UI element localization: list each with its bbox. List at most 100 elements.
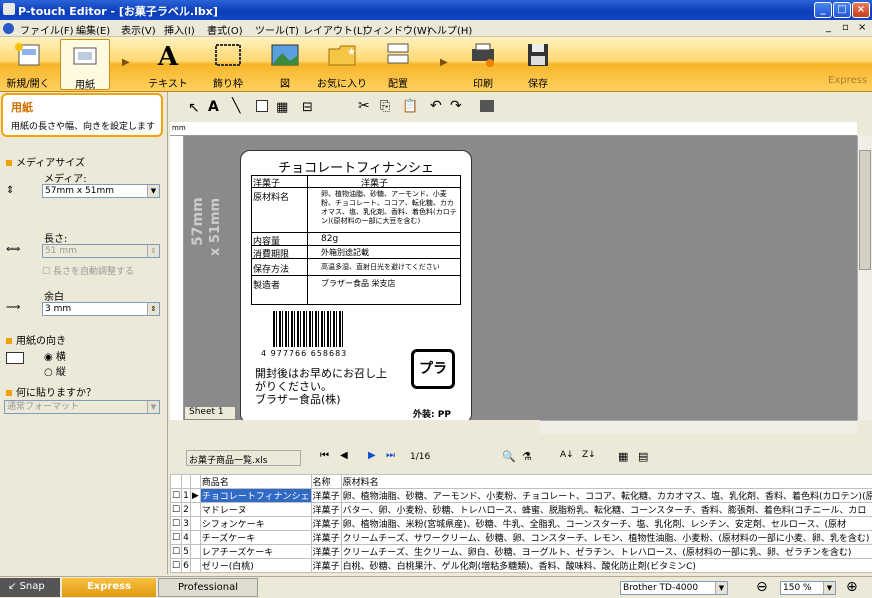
paper-button[interactable]: 用紙 — [60, 39, 110, 91]
line-tool-icon[interactable]: ╲ — [232, 98, 240, 114]
table-row[interactable]: ☐ 5 レアチーズケーキ 洋菓子 クリームチーズ、生クリーム、卵白、砂糖、ヨーグルト、ゼ… — [169, 544, 872, 559]
form-view-icon[interactable]: ▤ — [638, 450, 648, 463]
ruler-unit: mm — [172, 124, 186, 132]
redo-icon[interactable]: ↷ — [450, 98, 462, 114]
sheet-tab[interactable]: Sheet 1 — [184, 406, 236, 420]
table-tool-icon[interactable]: ▦ — [276, 100, 288, 115]
barcode-bar — [273, 311, 275, 347]
database-icon[interactable] — [480, 100, 494, 112]
label-object[interactable]: チョコレートフィナンシェ 洋菓子 洋菓子 原材料名 卵、植物油脂、砂糖、アーモンド、… — [240, 150, 472, 420]
new-document-icon — [15, 43, 40, 66]
image-button[interactable]: 図 — [257, 39, 313, 90]
use-dropdown-icon[interactable]: ▼ — [147, 401, 159, 413]
layout-canvas[interactable]: 57mm x 51mm チョコレートフィナンシェ 洋菓子 洋菓子 原材料名 卵、植物… — [184, 136, 857, 420]
frame-button[interactable]: 飾り枠 — [200, 39, 256, 90]
edit-toolbar: ↖ A ╲ ▦ ⊟ ✂ ⎘ 📋 ↶ ↷ — [168, 92, 872, 122]
search-icon[interactable]: 🔍 — [502, 450, 516, 463]
grid-view-icon[interactable]: ▦ — [618, 450, 628, 463]
landscape-radio[interactable]: ○ 縦 — [44, 363, 66, 378]
header-name[interactable]: 商品名 — [199, 474, 312, 489]
menu-insert[interactable]: 挿入(I) — [164, 22, 195, 37]
media-select[interactable]: 57mm x 51mm ▼ — [42, 184, 160, 198]
portrait-radio[interactable]: ◉ 横 — [44, 348, 66, 363]
panel-desc: 用紙の長さや幅、向きを設定します — [11, 122, 156, 132]
undo-icon[interactable]: ↶ — [430, 98, 442, 114]
header-type[interactable]: 名称 — [310, 474, 342, 489]
favorites-button[interactable]: ★ お気に入り — [313, 39, 371, 90]
table-row[interactable]: ☐ 4 チーズケーキ 洋菓子 クリームチーズ、サワークリーム、砂糖、卵、コンスターチ、レ… — [169, 530, 872, 545]
menu-edit[interactable]: 編集(E) — [76, 22, 110, 37]
vertical-scrollbar[interactable] — [857, 136, 872, 420]
professional-mode-tab[interactable]: Professional — [158, 578, 258, 597]
zoom-out-icon[interactable]: ⊖ — [756, 579, 768, 595]
mdi-close-icon[interactable]: × — [858, 22, 866, 33]
printer-dropdown-icon[interactable]: ▼ — [715, 582, 727, 594]
label-r6-key: 製造者 — [253, 281, 281, 291]
save-button[interactable]: 保存 — [513, 39, 563, 90]
scroll-thumb[interactable] — [859, 150, 871, 270]
minimize-button[interactable]: _ — [814, 2, 832, 18]
label-maker[interactable]: ブラザー食品(株) — [255, 391, 341, 407]
arrange-button[interactable]: 配置 — [376, 39, 420, 90]
shape-tool-icon[interactable] — [256, 100, 268, 112]
paste-icon[interactable]: 📋 — [402, 99, 418, 114]
table-row[interactable]: ☐ 3 シフォンケーキ 洋菓子 卵、植物油脂、米粉(宮城県産)、砂糖、牛乳、全脂乳、コー… — [169, 516, 872, 531]
menu-file[interactable]: ファイル(F) — [20, 22, 74, 37]
arrange-tool-icon[interactable]: ⊟ — [302, 100, 313, 115]
close-button[interactable]: × — [852, 2, 870, 18]
margin-input[interactable]: 3 mm ⇕ — [42, 302, 160, 316]
menu-view[interactable]: 表示(V) — [121, 22, 156, 37]
menu-format[interactable]: 書式(O) — [207, 22, 243, 37]
length-spinner-icon[interactable]: ⇕ — [147, 245, 159, 257]
zoom-select[interactable]: 150 % ▼ — [780, 581, 836, 595]
margin-spinner-icon[interactable]: ⇕ — [147, 303, 159, 315]
express-mode-tab[interactable]: Express — [62, 578, 156, 597]
recycle-pla-icon[interactable]: プラ — [411, 349, 455, 389]
use-select[interactable]: 通常フォーマット ▼ — [4, 400, 160, 414]
mdi-minimize-icon[interactable]: _ — [826, 22, 831, 33]
table-row[interactable]: ☐ 2 マドレーヌ 洋菓子 バター、卵、小麦粉、砂糖、トレハロース、蜂蜜、脱脂粉乳、転化… — [169, 502, 872, 517]
copy-icon[interactable]: ⎘ — [380, 99, 390, 114]
barcode-bar — [312, 311, 313, 347]
menu-layout[interactable]: レイアウト(L) — [303, 22, 366, 37]
select-arrow-icon[interactable]: ↖ — [188, 100, 200, 116]
zoom-in-icon[interactable]: ⊕ — [846, 579, 858, 595]
menu-tools[interactable]: ツール(T) — [255, 22, 299, 37]
prev-record-icon[interactable]: ◀ — [340, 450, 348, 461]
barcode[interactable] — [271, 311, 381, 347]
text-tool-icon[interactable]: A — [208, 99, 219, 115]
window-title: P-touch Editor - [お菓子ラベル.lbx] — [18, 5, 218, 18]
filter-icon[interactable]: ⚗ — [522, 450, 532, 463]
zoom-dropdown-icon[interactable]: ▼ — [823, 582, 835, 594]
printer-select[interactable]: Brother TD-4000 ▼ — [620, 581, 728, 595]
cut-icon[interactable]: ✂ — [358, 98, 370, 114]
next-record-icon[interactable]: ▶ — [368, 450, 376, 461]
maximize-button[interactable]: □ — [833, 2, 851, 18]
barcode-bar — [339, 311, 341, 347]
auto-length-checkbox[interactable]: ☐ 長さを自動調整する — [42, 264, 134, 277]
menu-window[interactable]: ウィンドウ(W) — [363, 22, 431, 37]
first-record-icon[interactable]: ⏮ — [320, 450, 329, 461]
dropdown-arrow-icon[interactable]: ▼ — [147, 185, 159, 197]
text-button[interactable]: A テキスト — [140, 39, 196, 90]
menu-bar: ファイル(F) 編集(E) 表示(V) 挿入(I) 書式(O) ツール(T) レ… — [0, 20, 872, 37]
horizontal-scrollbar[interactable] — [540, 420, 857, 434]
database-table[interactable]: 商品名 名称 原材料名 ☐ 1 ▶ チョコレートフィナンシェ 洋菓子 卵、植物油脂、砂糖、… — [169, 474, 872, 573]
label-title[interactable]: チョコレートフィナンシェ — [251, 157, 461, 176]
sort-ascending-icon[interactable]: A↓ — [560, 450, 574, 460]
new-open-button[interactable]: 新規/開く — [3, 39, 53, 90]
table-row[interactable]: ☐ 1 ▶ チョコレートフィナンシェ 洋菓子 卵、植物油脂、砂糖、アーモンド、小麦粉、チョ… — [169, 488, 872, 503]
ribbon-group-arrow: ▶ — [122, 57, 130, 68]
last-record-icon[interactable]: ⏭ — [386, 450, 395, 461]
app-icon — [3, 3, 15, 15]
header-materials[interactable]: 原材料名 — [340, 474, 872, 489]
length-input[interactable]: 51 mm ⇕ — [42, 244, 160, 258]
mdi-restore-icon[interactable]: ▫ — [842, 22, 849, 33]
snap-mode-tab[interactable]: ↙ Snap — [0, 578, 60, 597]
barcode-bar — [291, 311, 293, 347]
pack-material[interactable]: 外装: PP — [413, 407, 451, 420]
table-row[interactable]: ☐ 6 ゼリー(白桃) 洋菓子 白桃、砂糖、白桃果汁、ゲル化剤(増粘多糖類)、香料、酸味… — [169, 558, 872, 573]
menu-help[interactable]: ヘルプ(H) — [427, 22, 472, 37]
print-button[interactable]: 印刷 — [455, 39, 511, 90]
sort-descending-icon[interactable]: Z↓ — [582, 450, 596, 460]
